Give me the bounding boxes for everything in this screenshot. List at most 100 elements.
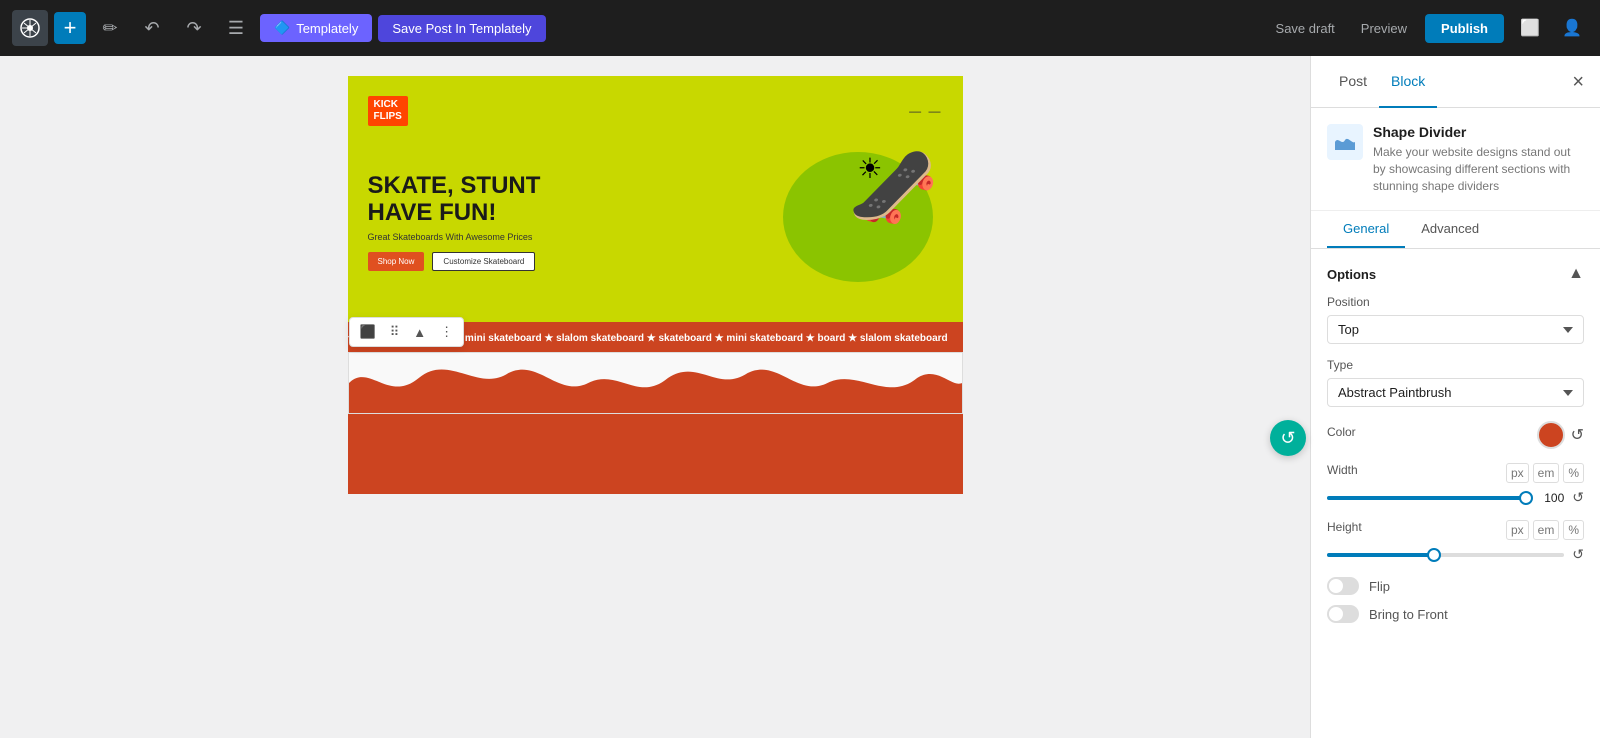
width-slider-value-row: 100 ↺ [1327, 489, 1584, 506]
skate-content: SKATE, STUNT HAVE FUN! Great Skateboards… [368, 142, 943, 302]
position-field: Position TopBottom [1327, 295, 1584, 344]
general-sub-tab[interactable]: General [1327, 211, 1405, 248]
skate-hero-section: KICK FLIPS — — SKATE, STUNT HAVE FUN! Gr… [348, 76, 963, 322]
shape-divider-description: Shape Divider Make your website designs … [1373, 124, 1584, 194]
options-section-header: Options ▲ [1327, 265, 1584, 283]
width-slider-track[interactable] [1327, 496, 1526, 500]
width-slider-header: Width px em % [1327, 463, 1584, 483]
publish-button[interactable]: Publish [1425, 14, 1504, 43]
flip-label: Flip [1369, 579, 1390, 594]
templately-button[interactable]: 🔷 Templately [260, 14, 372, 42]
redo-button[interactable]: ↷ [176, 10, 212, 46]
flip-toggle-row: Flip [1327, 577, 1584, 595]
customize-button[interactable]: Customize Skateboard [432, 252, 535, 271]
block-description: Make your website designs stand out by s… [1373, 144, 1584, 194]
add-block-button[interactable]: + [54, 12, 86, 44]
undo-button[interactable]: ↶ [134, 10, 170, 46]
block-tab[interactable]: Block [1379, 56, 1437, 108]
shape-divider-icon: ⬛ [360, 324, 376, 340]
skate-hamburger-icon: — — [909, 104, 942, 118]
list-view-button[interactable]: ☰ [218, 10, 254, 46]
shape-divider-block-icon [1327, 124, 1363, 160]
headline-line1: SKATE, STUNT [368, 173, 743, 199]
up-arrow-icon: ▲ [413, 325, 426, 340]
block-controls-overlay[interactable]: ⬛ ⠿ ▲ ⋮ [348, 352, 963, 414]
type-field: Type Abstract PaintbrushWaveCurveTriangl… [1327, 358, 1584, 407]
color-swatch[interactable] [1537, 421, 1565, 449]
height-px-button[interactable]: px [1506, 520, 1529, 540]
panel-content: Options ▲ Position TopBottom Type Abstra… [1311, 249, 1600, 738]
view-toggle-button[interactable]: ⬜ [1514, 12, 1546, 44]
bring-to-front-toggle[interactable] [1327, 605, 1359, 623]
height-slider-value-row: ↺ [1327, 546, 1584, 563]
brush-tool-button[interactable]: ✏ [92, 10, 128, 46]
height-reset-button[interactable]: ↺ [1572, 546, 1584, 563]
block-more-options-button[interactable]: ⋮ [434, 320, 459, 344]
shop-now-button[interactable]: Shop Now [368, 252, 425, 271]
headline-line2: HAVE FUN! [368, 200, 743, 226]
side-panel: Post Block × Shape Divider Make your web… [1310, 56, 1600, 738]
save-templately-button[interactable]: Save Post In Templately [378, 15, 545, 42]
logo-line2: FLIPS [374, 111, 402, 123]
color-label: Color [1327, 425, 1356, 439]
width-slider-fill [1327, 496, 1526, 500]
skate-nav: KICK FLIPS — — [368, 96, 943, 126]
skate-headline: SKATE, STUNT HAVE FUN! [368, 173, 743, 226]
height-em-button[interactable]: em [1533, 520, 1560, 540]
main-layout: KICK FLIPS — — SKATE, STUNT HAVE FUN! Gr… [0, 56, 1600, 738]
width-reset-button[interactable]: ↺ [1572, 489, 1584, 506]
bring-to-front-toggle-row: Bring to Front [1327, 605, 1584, 623]
width-icons: px em % [1506, 463, 1584, 483]
bring-to-front-toggle-knob [1329, 607, 1343, 621]
height-slider-fill [1327, 553, 1434, 557]
editor-area[interactable]: KICK FLIPS — — SKATE, STUNT HAVE FUN! Gr… [0, 56, 1310, 738]
drag-icon: ⠿ [390, 324, 400, 340]
width-px-button[interactable]: px [1506, 463, 1529, 483]
panel-header: Post Block × [1311, 56, 1600, 108]
post-tab[interactable]: Post [1327, 56, 1379, 108]
templately-label: Templately [296, 21, 358, 36]
color-reset-button[interactable]: ↺ [1571, 425, 1584, 445]
main-toolbar: + ✏ ↶ ↷ ☰ 🔷 Templately Save Post In Temp… [0, 0, 1600, 56]
advanced-sub-tab[interactable]: Advanced [1405, 211, 1495, 248]
panel-close-button[interactable]: × [1572, 72, 1584, 92]
toolbar-left: + ✏ ↶ ↷ ☰ 🔷 Templately Save Post In Temp… [12, 10, 546, 46]
width-percent-button[interactable]: % [1563, 463, 1584, 483]
height-slider-thumb[interactable] [1427, 548, 1441, 562]
options-collapse-button[interactable]: ▲ [1568, 265, 1584, 283]
height-icons: px em % [1506, 520, 1584, 540]
skate-text: SKATE, STUNT HAVE FUN! Great Skateboards… [368, 173, 743, 271]
more-icon: ⋮ [440, 324, 453, 340]
height-label: Height [1327, 520, 1362, 534]
save-draft-button[interactable]: Save draft [1268, 15, 1343, 42]
block-type-button[interactable]: ⬛ [354, 320, 382, 344]
block-drag-handle[interactable]: ⠿ [384, 320, 406, 344]
width-em-button[interactable]: em [1533, 463, 1560, 483]
wordpress-logo[interactable] [12, 10, 48, 46]
skate-image-area: 🛹 ☀ [743, 142, 943, 302]
shape-divider-svg [349, 353, 962, 413]
block-move-up-button[interactable]: ▲ [407, 321, 432, 344]
block-name: Shape Divider [1373, 124, 1584, 140]
type-label: Type [1327, 358, 1584, 372]
preview-button[interactable]: Preview [1353, 15, 1415, 42]
type-select[interactable]: Abstract PaintbrushWaveCurveTriangle [1327, 378, 1584, 407]
skate-logo: KICK FLIPS [368, 96, 408, 126]
user-menu-button[interactable]: 👤 [1556, 12, 1588, 44]
height-slider-header: Height px em % [1327, 520, 1584, 540]
width-slider-thumb[interactable] [1519, 491, 1533, 505]
width-label: Width [1327, 463, 1358, 477]
height-percent-button[interactable]: % [1563, 520, 1584, 540]
green-assist-button[interactable]: ↺ [1270, 420, 1306, 456]
height-slider-row: Height px em % ↺ [1327, 520, 1584, 563]
height-slider-track[interactable] [1327, 553, 1564, 557]
position-select[interactable]: TopBottom [1327, 315, 1584, 344]
sun-decoration: ☀ [857, 152, 882, 185]
flip-toggle[interactable] [1327, 577, 1359, 595]
skate-subtitle: Great Skateboards With Awesome Prices [368, 232, 743, 242]
position-label: Position [1327, 295, 1584, 309]
below-shape-divider-section [348, 414, 963, 494]
block-toolbar: ⬛ ⠿ ▲ ⋮ [349, 317, 465, 347]
flip-toggle-knob [1329, 579, 1343, 593]
templately-icon: 🔷 [274, 20, 290, 36]
